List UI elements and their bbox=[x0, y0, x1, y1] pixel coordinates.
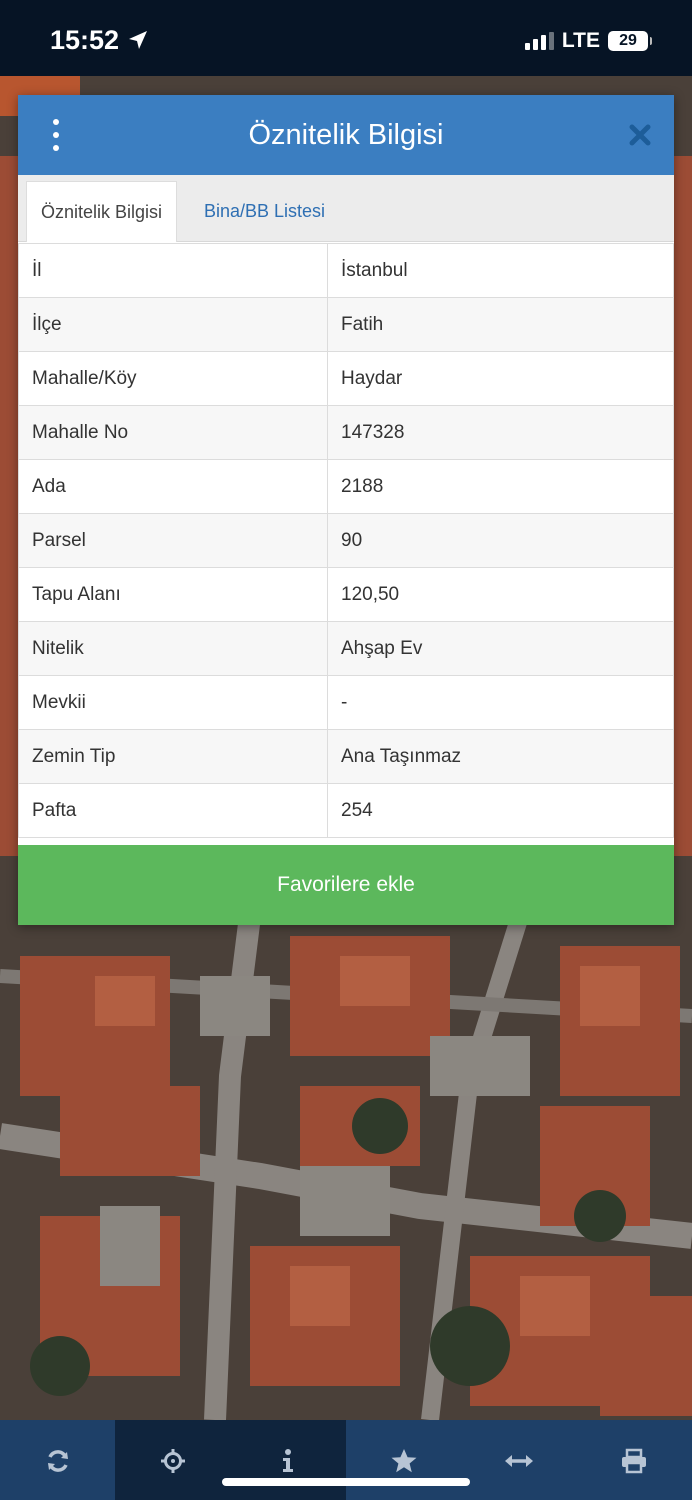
row-value: Ana Taşınmaz bbox=[327, 729, 674, 784]
table-row: Mevkii - bbox=[18, 675, 674, 730]
battery-level: 29 bbox=[619, 32, 637, 49]
tab-building-list[interactable]: Bina/BB Listesi bbox=[190, 181, 339, 241]
refresh-button[interactable] bbox=[0, 1420, 116, 1500]
attribute-dialog: Öznitelik Bilgisi Öznitelik Bilgisi Bina… bbox=[18, 95, 674, 925]
status-bar: 15:52 LTE 29 bbox=[0, 0, 692, 76]
row-key: İl bbox=[18, 243, 328, 298]
print-icon bbox=[622, 1448, 647, 1474]
row-value: - bbox=[327, 675, 674, 730]
row-key: Pafta bbox=[18, 783, 328, 838]
table-row: İl İstanbul bbox=[18, 243, 674, 298]
favorites-button[interactable] bbox=[345, 1420, 462, 1500]
row-value: 90 bbox=[327, 513, 674, 568]
table-row: Mahalle/Köy Haydar bbox=[18, 351, 674, 406]
row-value: Ahşap Ev bbox=[327, 621, 674, 676]
row-value: Haydar bbox=[327, 351, 674, 406]
dialog-header: Öznitelik Bilgisi bbox=[18, 95, 674, 175]
table-row: Pafta 254 bbox=[18, 783, 674, 838]
row-key: Tapu Alanı bbox=[18, 567, 328, 622]
row-key: Parsel bbox=[18, 513, 328, 568]
measure-icon bbox=[504, 1455, 533, 1467]
battery-icon: 29 bbox=[608, 31, 652, 51]
star-icon bbox=[391, 1449, 417, 1473]
attribute-table: İl İstanbul İlçe Fatih Mahalle/Köy Haydar M… bbox=[18, 243, 674, 838]
close-button[interactable] bbox=[624, 119, 656, 151]
bottom-toolbar bbox=[0, 1420, 692, 1500]
network-label: LTE bbox=[561, 29, 600, 52]
measure-button[interactable] bbox=[461, 1420, 577, 1500]
table-row: Nitelik Ahşap Ev bbox=[18, 621, 674, 676]
row-value: İstanbul bbox=[327, 243, 674, 298]
row-key: Mevkii bbox=[18, 675, 328, 730]
table-row: Parsel 90 bbox=[18, 513, 674, 568]
kebab-menu-icon bbox=[53, 119, 59, 125]
table-row: Tapu Alanı 120,50 bbox=[18, 567, 674, 622]
row-value: 147328 bbox=[327, 405, 674, 460]
row-key: Mahalle No bbox=[18, 405, 328, 460]
crosshair-icon bbox=[160, 1449, 185, 1473]
row-key: İlçe bbox=[18, 297, 328, 352]
menu-button[interactable] bbox=[44, 117, 68, 153]
table-row: Ada 2188 bbox=[18, 459, 674, 514]
close-icon bbox=[629, 124, 651, 146]
location-arrow-icon bbox=[129, 31, 148, 49]
kebab-dot bbox=[53, 132, 59, 138]
row-key: Zemin Tip bbox=[18, 729, 328, 784]
signal-icon bbox=[524, 32, 554, 50]
refresh-icon bbox=[47, 1450, 68, 1472]
dialog-title: Öznitelik Bilgisi bbox=[248, 119, 444, 151]
info-icon bbox=[283, 1449, 294, 1472]
info-button[interactable] bbox=[230, 1420, 346, 1500]
tab-bar: Öznitelik Bilgisi Bina/BB Listesi bbox=[18, 175, 674, 242]
row-value: 254 bbox=[327, 783, 674, 838]
row-value: 120,50 bbox=[327, 567, 674, 622]
row-key: Mahalle/Köy bbox=[18, 351, 328, 406]
row-key: Nitelik bbox=[18, 621, 328, 676]
table-row: Mahalle No 147328 bbox=[18, 405, 674, 460]
row-key: Ada bbox=[18, 459, 328, 514]
row-value: 2188 bbox=[327, 459, 674, 514]
tab-attribute-info[interactable]: Öznitelik Bilgisi bbox=[26, 181, 178, 242]
kebab-dot bbox=[53, 145, 59, 151]
status-time: 15:52 bbox=[50, 24, 120, 55]
table-row: İlçe Fatih bbox=[18, 297, 674, 352]
home-indicator[interactable] bbox=[222, 1478, 470, 1486]
add-to-favorites-button[interactable]: Favorilere ekle bbox=[18, 845, 674, 925]
table-row: Zemin Tip Ana Taşınmaz bbox=[18, 729, 674, 784]
print-button[interactable] bbox=[576, 1420, 692, 1500]
locate-button[interactable] bbox=[115, 1420, 231, 1500]
row-value: Fatih bbox=[327, 297, 674, 352]
